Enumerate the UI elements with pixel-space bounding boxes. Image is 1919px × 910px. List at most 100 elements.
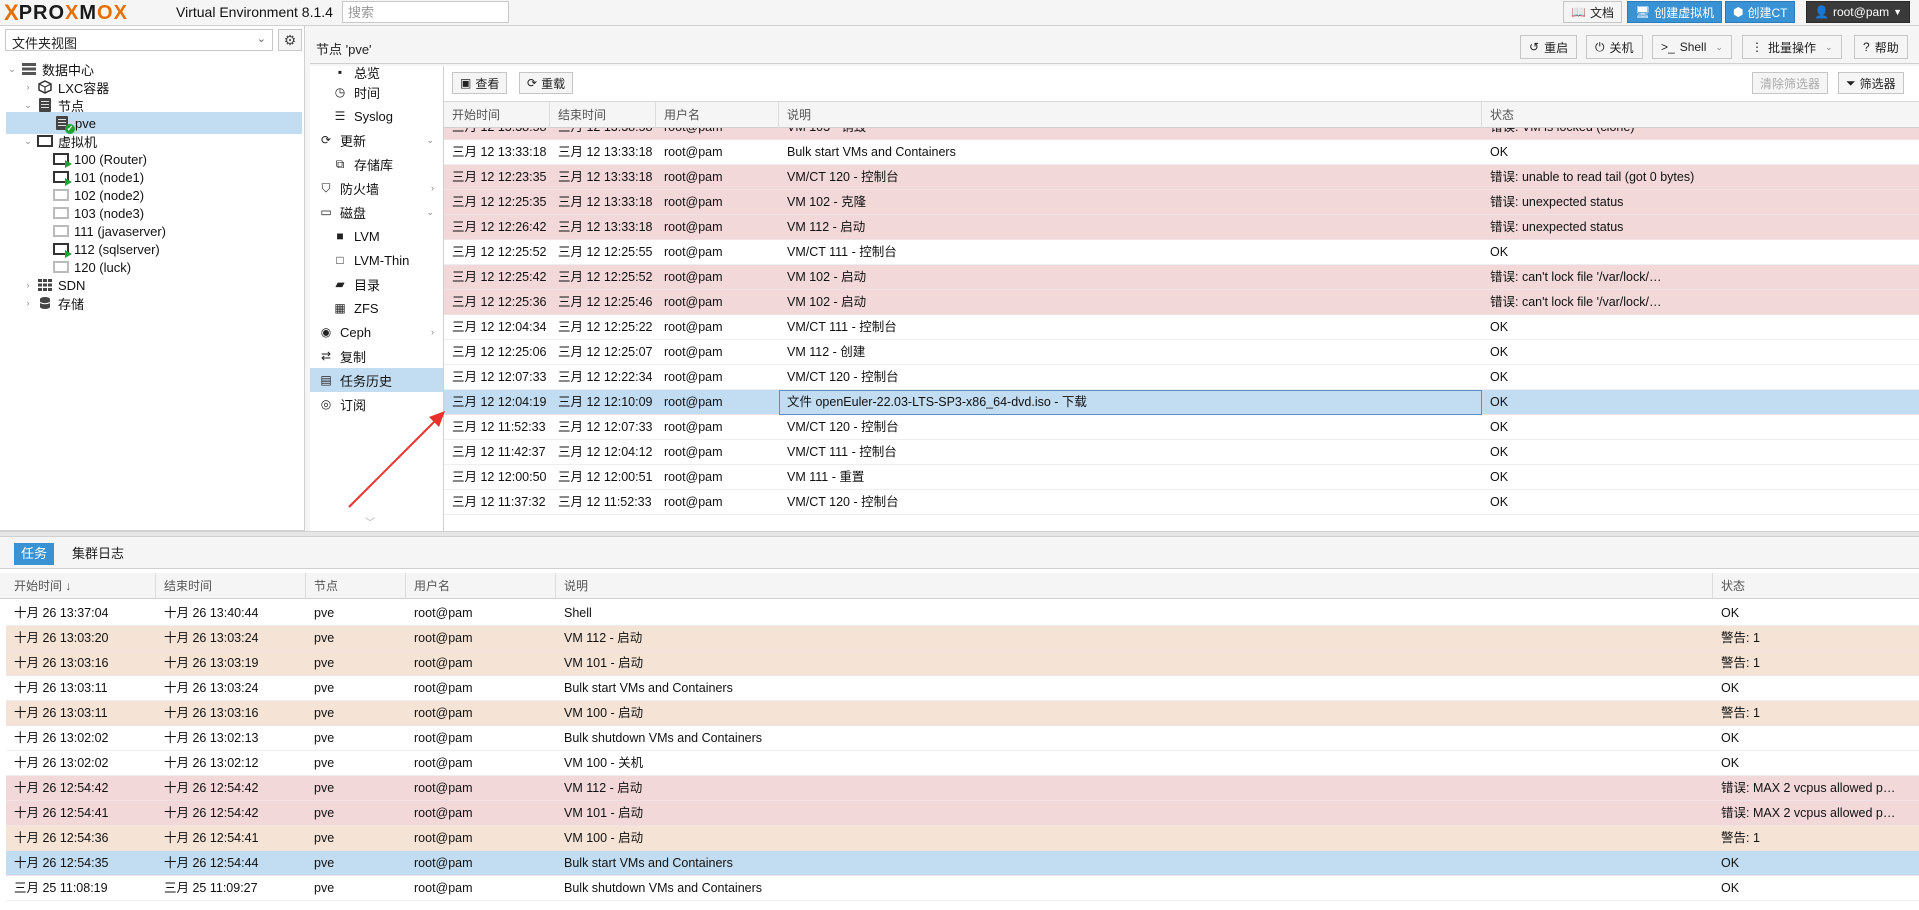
table-row[interactable]: 十月 26 13:03:20 十月 26 13:03:24 pve root@p… bbox=[6, 626, 1919, 651]
cell-desc: VM/CT 120 - 控制台 bbox=[787, 170, 899, 184]
menu-lvm-thin[interactable]: □ LVM-Thin bbox=[310, 248, 443, 272]
chevron-down-icon[interactable]: ⌄ bbox=[1715, 42, 1723, 53]
table-row[interactable]: 三月 12 13:33:18 三月 12 13:33:18 root@pam B… bbox=[444, 140, 1919, 165]
create-ct-button[interactable]: ⬢ 创建CT bbox=[1725, 1, 1796, 23]
table-row[interactable]: 三月 12 12:25:35 三月 12 13:33:18 root@pam V… bbox=[444, 190, 1919, 215]
cell-end: 十月 26 13:40:44 bbox=[164, 606, 259, 620]
table-row[interactable]: 三月 12 12:25:36 三月 12 12:25:46 root@pam V… bbox=[444, 290, 1919, 315]
col-status[interactable]: 状态 bbox=[1482, 102, 1919, 128]
menu-label: 目录 bbox=[354, 277, 381, 293]
table-row[interactable]: 三月 12 12:23:35 三月 12 13:33:18 root@pam V… bbox=[444, 165, 1919, 190]
bulk-actions-label: 批量操作 bbox=[1768, 40, 1817, 55]
help-button[interactable]: ? 帮助 bbox=[1854, 35, 1908, 59]
menu-firewall[interactable]: ⛉ 防火墙 › bbox=[310, 176, 443, 200]
proxmox-logo[interactable]: X PROXMOX bbox=[4, 2, 128, 25]
search-input[interactable] bbox=[342, 1, 509, 23]
table-row[interactable]: 十月 26 13:37:04 十月 26 13:40:44 pve root@p… bbox=[6, 601, 1919, 626]
col-description[interactable]: 说明 bbox=[779, 102, 1482, 128]
menu-syslog[interactable]: ☰ Syslog bbox=[310, 104, 443, 128]
tree-storage[interactable]: › 存储 bbox=[22, 292, 302, 314]
table-row[interactable]: 三月 12 12:25:42 三月 12 12:25:52 root@pam V… bbox=[444, 265, 1919, 290]
col-start-time[interactable]: 开始时间 ↓ bbox=[6, 573, 156, 599]
table-row[interactable]: 十月 26 12:54:35 十月 26 12:54:44 pve root@p… bbox=[6, 851, 1919, 876]
expand-icon[interactable]: › bbox=[22, 298, 34, 308]
reboot-button[interactable]: ↺ 重启 bbox=[1520, 35, 1578, 59]
menu-task-history[interactable]: ▤ 任务历史 bbox=[310, 368, 443, 392]
docs-button[interactable]: 📖 文档 bbox=[1563, 1, 1622, 23]
col-end-time[interactable]: 结束时间 bbox=[550, 102, 656, 128]
refresh-icon: ⟳ bbox=[320, 133, 332, 147]
menu-repositories[interactable]: ⧉ 存储库 bbox=[310, 152, 443, 176]
collapse-icon[interactable]: ⌄ bbox=[6, 64, 18, 75]
col-description[interactable]: 说明 bbox=[556, 573, 1713, 599]
collapse-icon[interactable]: ⌄ bbox=[22, 136, 34, 147]
tree-settings-button[interactable]: ⚙ bbox=[278, 29, 302, 51]
menu-subscription[interactable]: ◎ 订阅 bbox=[310, 392, 443, 416]
cell-end: 十月 26 13:02:13 bbox=[164, 731, 259, 745]
table-row[interactable]: 十月 26 13:02:02 十月 26 13:02:13 pve root@p… bbox=[6, 726, 1919, 751]
table-row[interactable]: 三月 12 12:25:52 三月 12 12:25:55 root@pam V… bbox=[444, 240, 1919, 265]
collapse-icon[interactable]: ⌄ bbox=[22, 100, 34, 111]
table-row[interactable]: 三月 12 12:00:50 三月 12 12:00:51 root@pam V… bbox=[444, 465, 1919, 490]
col-user[interactable]: 用户名 bbox=[656, 102, 779, 128]
menu-directory[interactable]: ▰ 目录 bbox=[310, 272, 443, 296]
user-menu-button[interactable]: 👤 root@pam ▼ bbox=[1806, 1, 1911, 23]
table-row[interactable]: 三月 25 11:08:19 三月 25 11:09:27 pve root@p… bbox=[6, 876, 1919, 901]
logo-text: PROXMOX bbox=[19, 2, 128, 24]
col-node[interactable]: 节点 bbox=[306, 573, 406, 599]
create-vm-button[interactable]: 🖥 创建虚拟机 bbox=[1627, 1, 1723, 23]
cell-node: pve bbox=[314, 731, 335, 745]
table-row[interactable]: 三月 12 12:25:06 三月 12 12:25:07 root@pam V… bbox=[444, 340, 1919, 365]
cell-user: root@pam bbox=[656, 128, 779, 140]
cell-user: root@pam bbox=[664, 270, 723, 284]
filter-icon: ⏷ bbox=[1846, 75, 1856, 90]
table-row[interactable]: 十月 26 12:54:41 十月 26 12:54:42 pve root@p… bbox=[6, 801, 1919, 826]
task-toolbar: ▣ 查看 ⟳ 重载 清除筛选器 ⏷ 筛选器 bbox=[444, 66, 1919, 102]
table-row[interactable]: 三月 12 11:42:37 三月 12 12:04:12 root@pam V… bbox=[444, 440, 1919, 465]
table-row[interactable]: 十月 26 13:03:16 十月 26 13:03:19 pve root@p… bbox=[6, 651, 1919, 676]
shell-button[interactable]: >_ Shell ⌄ bbox=[1652, 35, 1732, 59]
cell-desc: VM 101 - 启动 bbox=[564, 806, 644, 820]
server-rack-icon bbox=[21, 62, 37, 76]
menu-replication[interactable]: ⇄ 复制 bbox=[310, 344, 443, 368]
cell-desc: VM/CT 111 - 控制台 bbox=[787, 320, 897, 334]
table-row[interactable]: 三月 12 11:52:33 三月 12 12:07:33 root@pam V… bbox=[444, 415, 1919, 440]
menu-updates[interactable]: ⟳ 更新 ⌄ bbox=[310, 128, 443, 152]
table-row[interactable]: 三月 12 11:37:32 三月 12 11:52:33 root@pam V… bbox=[444, 490, 1919, 515]
table-row[interactable]: 十月 26 13:03:11 十月 26 13:03:16 pve root@p… bbox=[6, 701, 1919, 726]
filter-button[interactable]: ⏷ 筛选器 bbox=[1838, 72, 1904, 94]
table-row[interactable]: 三月 12 12:04:34 三月 12 12:25:22 root@pam V… bbox=[444, 315, 1919, 340]
table-row[interactable]: 三月 12 12:26:42 三月 12 13:33:18 root@pam V… bbox=[444, 215, 1919, 240]
expand-icon[interactable]: › bbox=[22, 280, 34, 290]
bulk-actions-button[interactable]: ⋮ 批量操作 ⌄ bbox=[1742, 35, 1842, 59]
shutdown-button[interactable]: ⏻ 关机 bbox=[1586, 35, 1643, 59]
menu-zfs[interactable]: ▦ ZFS bbox=[310, 296, 443, 320]
clear-filter-button[interactable]: 清除筛选器 bbox=[1752, 72, 1829, 94]
table-row[interactable]: 十月 26 13:02:02 十月 26 13:02:12 pve root@p… bbox=[6, 751, 1919, 776]
col-user[interactable]: 用户名 bbox=[406, 573, 556, 599]
cell-start: 三月 12 11:42:37 bbox=[452, 445, 546, 459]
col-start-time[interactable]: 开始时间 bbox=[444, 102, 550, 128]
reload-button[interactable]: ⟳ 重载 bbox=[519, 72, 574, 94]
table-row[interactable]: 十月 26 12:54:36 十月 26 12:54:41 pve root@p… bbox=[6, 826, 1919, 851]
menu-ceph[interactable]: ◉ Ceph › bbox=[310, 320, 443, 344]
table-row[interactable]: 三月 12 13:38:58 三月 12 13:38:58 root@pam V… bbox=[444, 128, 1919, 140]
tab-cluster-log[interactable]: 集群日志 bbox=[65, 543, 131, 565]
table-row[interactable]: 十月 26 12:54:42 十月 26 12:54:42 pve root@p… bbox=[6, 776, 1919, 801]
table-row[interactable]: 十月 26 13:03:11 十月 26 13:03:24 pve root@p… bbox=[6, 676, 1919, 701]
tab-tasks[interactable]: 任务 bbox=[14, 543, 55, 565]
view-selector[interactable]: 文件夹视图 ⌄ bbox=[5, 29, 273, 51]
power-icon: ⏻ bbox=[1595, 39, 1605, 54]
menu-disks[interactable]: ▭ 磁盘 ⌄ bbox=[310, 200, 443, 224]
square-outline-icon: □ bbox=[336, 253, 344, 267]
scroll-down-icon[interactable]: ﹀ bbox=[365, 514, 375, 529]
view-button[interactable]: ▣ 查看 bbox=[452, 72, 508, 94]
menu-lvm[interactable]: ■ LVM bbox=[310, 224, 443, 248]
col-end-time[interactable]: 结束时间 bbox=[156, 573, 306, 599]
col-status[interactable]: 状态 bbox=[1713, 573, 1919, 599]
expand-icon[interactable]: › bbox=[22, 82, 34, 92]
menu-time[interactable]: ◷ 时间 bbox=[310, 80, 443, 104]
cell-desc: VM 111 - 重置 bbox=[787, 470, 865, 484]
table-row[interactable]: 三月 12 12:04:19 三月 12 12:10:09 root@pam 文… bbox=[444, 390, 1919, 415]
table-row[interactable]: 三月 12 12:07:33 三月 12 12:22:34 root@pam V… bbox=[444, 365, 1919, 390]
